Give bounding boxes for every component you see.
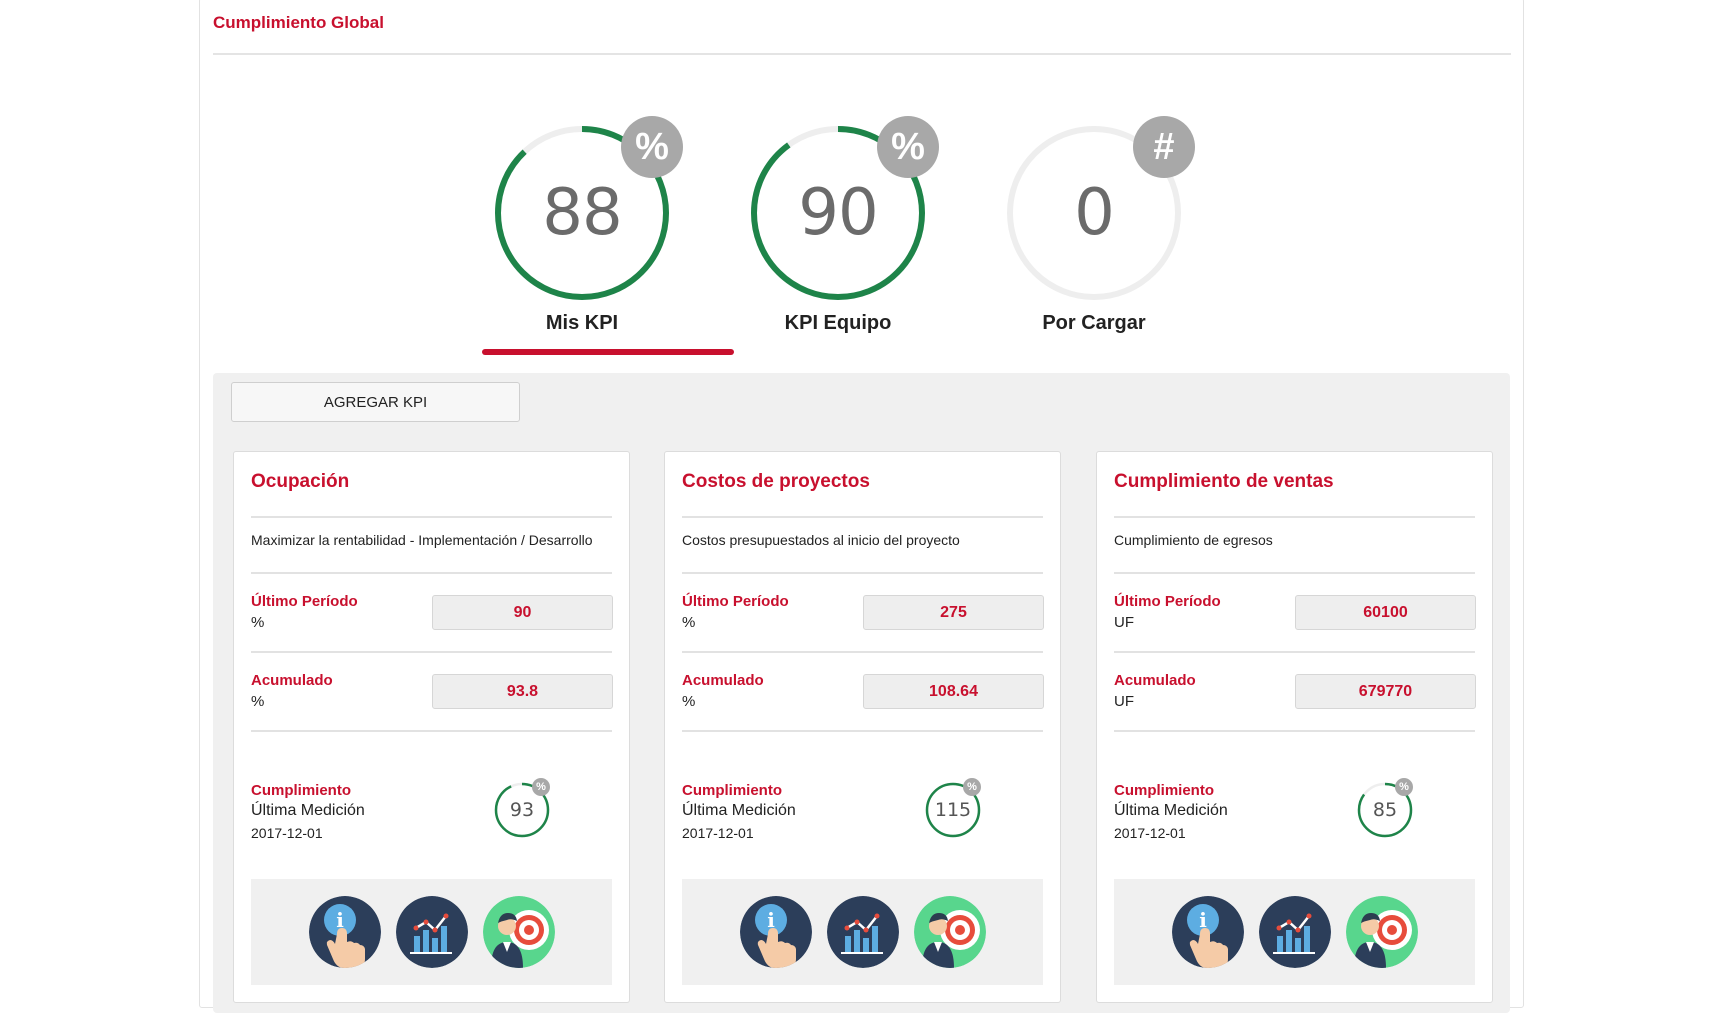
- accumulated-value: 679770: [1295, 674, 1476, 709]
- info-hand-icon[interactable]: i: [740, 896, 812, 968]
- accumulated-value: 93.8: [432, 674, 613, 709]
- kpi-actions-tray: i: [251, 879, 612, 985]
- divider: [682, 730, 1043, 732]
- last-measurement-label: Última Medición: [682, 802, 796, 819]
- accumulated-unit: %: [251, 693, 265, 710]
- hash-badge-icon: #: [1133, 116, 1195, 178]
- kpi-actions-tray: i: [682, 879, 1043, 985]
- divider: [1114, 572, 1475, 574]
- tab-por-cargar[interactable]: Por Cargar: [969, 312, 1219, 335]
- accumulated-label: Acumulado: [682, 672, 764, 689]
- bar-chart-icon[interactable]: [1259, 896, 1331, 968]
- last-period-unit: %: [251, 614, 265, 631]
- accumulated-label: Acumulado: [251, 672, 333, 689]
- panel-title: Cumplimiento Global: [213, 13, 384, 32]
- accumulated-unit: %: [682, 693, 696, 710]
- last-period-label: Último Período: [1114, 593, 1221, 610]
- gauge-por-cargar[interactable]: 0 #: [999, 116, 1195, 308]
- percent-badge-icon: %: [621, 116, 683, 178]
- last-period-value: 90: [432, 595, 613, 630]
- measurement-date: 2017-12-01: [251, 825, 323, 841]
- divider: [1114, 651, 1475, 653]
- measurement-date: 2017-12-01: [682, 825, 754, 841]
- last-measurement-label: Última Medición: [1114, 802, 1228, 819]
- divider: [1114, 730, 1475, 732]
- accumulated-label: Acumulado: [1114, 672, 1196, 689]
- info-hand-icon[interactable]: i: [1172, 896, 1244, 968]
- percent-badge-icon: %: [877, 116, 939, 178]
- last-period-value: 60100: [1295, 595, 1476, 630]
- compliance-label: Cumplimiento: [1114, 782, 1214, 799]
- percent-badge-icon: %: [963, 778, 981, 796]
- target-person-icon[interactable]: [483, 896, 555, 968]
- gauge-mis-kpi[interactable]: 88 %: [487, 116, 683, 308]
- divider: [682, 572, 1043, 574]
- kpi-card: Costos de proyectos Costos presupuestado…: [664, 451, 1061, 1003]
- compliance-gauge: 85 %: [1356, 778, 1414, 839]
- compliance-label: Cumplimiento: [682, 782, 782, 799]
- kpi-actions-tray: i: [1114, 879, 1475, 985]
- bar-chart-icon[interactable]: [396, 896, 468, 968]
- bar-chart-icon[interactable]: [827, 896, 899, 968]
- title-divider: [213, 53, 1511, 55]
- divider: [682, 516, 1043, 518]
- tab-kpi-equipo[interactable]: KPI Equipo: [713, 312, 963, 335]
- percent-badge-icon: %: [532, 778, 550, 796]
- kpi-card-title[interactable]: Cumplimiento de ventas: [1114, 471, 1334, 493]
- last-period-value: 275: [863, 595, 1044, 630]
- last-period-unit: UF: [1114, 614, 1134, 631]
- last-measurement-label: Última Medición: [251, 802, 365, 819]
- percent-badge-icon: %: [1395, 778, 1413, 796]
- compliance-gauge: 115 %: [924, 778, 982, 839]
- kpi-card: Ocupación Maximizar la rentabilidad - Im…: [233, 451, 630, 1003]
- compliance-label: Cumplimiento: [251, 782, 351, 799]
- last-period-unit: %: [682, 614, 696, 631]
- kpi-card-title[interactable]: Ocupación: [251, 471, 349, 493]
- divider: [251, 516, 612, 518]
- kpi-description: Maximizar la rentabilidad - Implementaci…: [251, 532, 593, 548]
- divider: [251, 730, 612, 732]
- gauge-kpi-equipo[interactable]: 90 %: [743, 116, 939, 308]
- last-period-label: Último Período: [682, 593, 789, 610]
- target-person-icon[interactable]: [914, 896, 986, 968]
- compliance-gauge: 93 %: [493, 778, 551, 839]
- active-tab-indicator: [482, 349, 734, 355]
- info-hand-icon[interactable]: i: [309, 896, 381, 968]
- last-period-label: Último Período: [251, 593, 358, 610]
- divider: [1114, 516, 1475, 518]
- measurement-date: 2017-12-01: [1114, 825, 1186, 841]
- accumulated-unit: UF: [1114, 693, 1134, 710]
- kpi-card-title[interactable]: Costos de proyectos: [682, 471, 870, 493]
- divider: [251, 651, 612, 653]
- divider: [251, 572, 612, 574]
- kpi-card: Cumplimiento de ventas Cumplimiento de e…: [1096, 451, 1493, 1003]
- add-kpi-button[interactable]: AGREGAR KPI: [231, 382, 520, 422]
- target-person-icon[interactable]: [1346, 896, 1418, 968]
- divider: [682, 651, 1043, 653]
- accumulated-value: 108.64: [863, 674, 1044, 709]
- kpi-description: Costos presupuestados al inicio del proy…: [682, 532, 960, 548]
- tab-mis-kpi[interactable]: Mis KPI: [457, 312, 707, 335]
- kpi-description: Cumplimiento de egresos: [1114, 532, 1273, 548]
